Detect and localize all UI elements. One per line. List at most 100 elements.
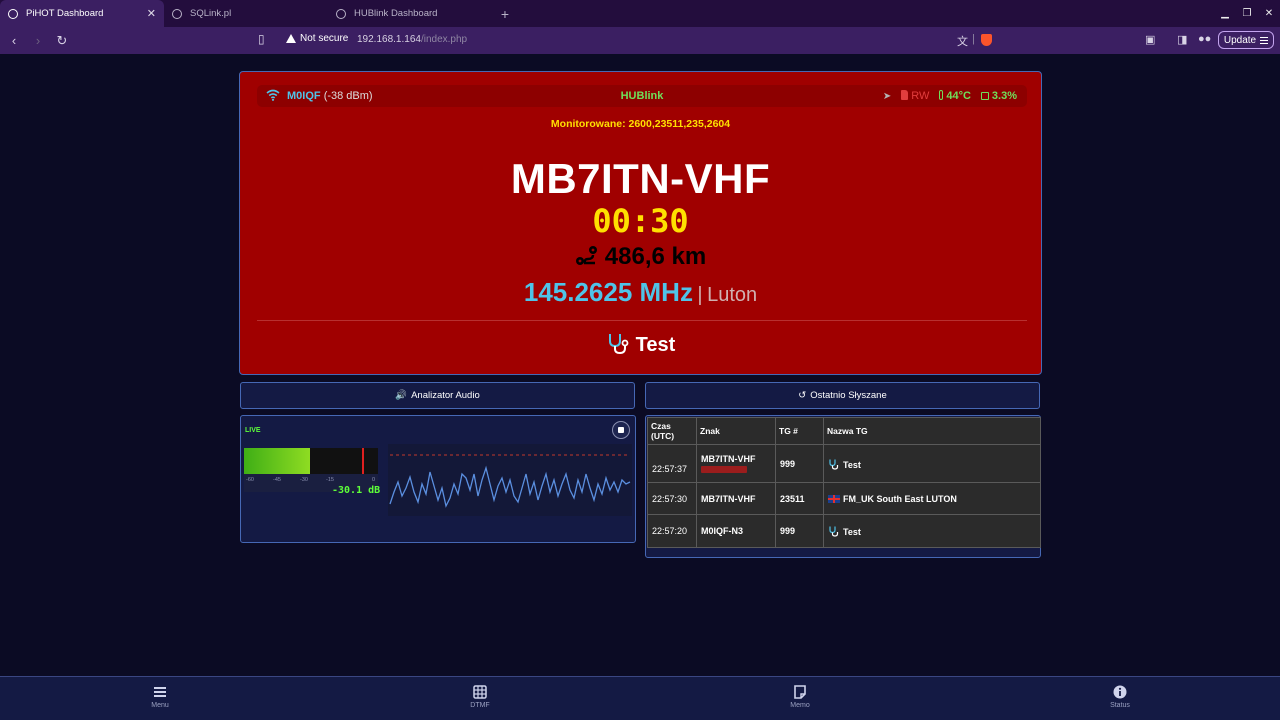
nav-dtmf-label: DTMF [470, 702, 490, 709]
warning-icon [286, 34, 296, 43]
audio-analyzer-panel: LIVE -60 -45 -30 -15 0 -30.1 dB [240, 415, 636, 543]
vu-scale-label: -30 [300, 477, 308, 483]
address-bar[interactable]: 192.168.1.164/index.php [357, 34, 467, 45]
bottom-navigation: Menu DTMF Memo Status [0, 676, 1280, 720]
extensions-icon[interactable]: ●● [1198, 33, 1211, 45]
nav-menu[interactable]: Menu [130, 685, 190, 709]
row-tg: 999 [775, 514, 824, 548]
row-sign: MB7ITN-VHF [696, 482, 776, 515]
thermometer-icon [939, 90, 944, 100]
column-header-time: Czas (UTC) [647, 417, 697, 445]
storage-status: RW [901, 90, 929, 102]
waveform-scope [388, 444, 632, 516]
table-row[interactable]: 22:57:20 M0IQF-N3 999 Test [647, 514, 1041, 548]
db-readout: -30.1 dB [332, 485, 381, 496]
nav-dtmf[interactable]: DTMF [450, 685, 510, 709]
security-label: Not secure [300, 33, 349, 44]
talkgroup-name: Test [635, 334, 676, 356]
tab-pihot-dashboard[interactable]: PiHOT Dashboard ✕ [0, 0, 164, 27]
live-badge: LIVE [245, 427, 261, 434]
row-sign-text: MB7ITN-VHF [701, 454, 756, 464]
url-host: 192.168.1.164 [357, 34, 421, 45]
row-tg-name: FM_UK South East LUTON [823, 482, 1041, 515]
globe-icon [8, 8, 18, 19]
menu-icon [154, 687, 166, 697]
sd-card-icon [901, 90, 909, 100]
stop-button[interactable] [612, 421, 630, 439]
row-time: 22:57:20 [647, 514, 697, 548]
stop-icon [618, 427, 624, 433]
minimize-icon[interactable]: ▁ [1214, 0, 1236, 27]
speaker-icon: 🔊 [395, 390, 408, 401]
vu-scale-label: -60 [246, 477, 254, 483]
row-tg: 999 [775, 444, 824, 483]
row-time: 22:57:30 [647, 482, 697, 515]
nav-memo[interactable]: Memo [770, 685, 830, 709]
activity-bar [701, 466, 747, 473]
nav-menu-label: Menu [151, 702, 169, 709]
current-transmission-card: M0IQF (-38 dBm) HUBlink ➤ RW 44°C 3.3% M… [239, 71, 1042, 375]
brave-shield-icon[interactable] [981, 34, 992, 46]
vu-level-fill [244, 448, 310, 474]
update-button[interactable]: Update [1218, 31, 1274, 49]
nav-memo-label: Memo [790, 702, 810, 709]
back-button[interactable]: ‹ [4, 31, 24, 51]
stethoscope-icon [608, 334, 629, 355]
active-callsign: MB7ITN-VHF [510, 155, 771, 202]
talkgroup-line: Test [245, 331, 1036, 357]
status-bar: M0IQF (-38 dBm) HUBlink ➤ RW 44°C 3.3% [257, 85, 1027, 107]
location-arrow-icon: ➤ [882, 90, 892, 102]
location-value: Luton [707, 284, 758, 306]
recently-heard-header[interactable]: ↺ Ostatnio Słyszane [645, 382, 1040, 409]
vu-scale-label: -15 [326, 477, 334, 483]
reload-button[interactable]: ↻ [52, 31, 72, 51]
row-sign: M0IQF-N3 [696, 514, 776, 548]
row-tg-name: Test [823, 514, 1041, 548]
storage-mode: RW [911, 90, 930, 102]
tab-title: HUBlink Dashboard [354, 8, 438, 19]
nav-status[interactable]: Status [1090, 685, 1150, 709]
audio-analyzer-header[interactable]: 🔊 Analizator Audio [240, 382, 635, 409]
column-header-tg-name: Nazwa TG [823, 417, 1041, 445]
table-row[interactable]: 22:57:30 MB7ITN-VHF 23511 FM_UK South Ea… [647, 482, 1041, 515]
url-path: /index.php [420, 34, 468, 45]
row-tg-name-text: Test [843, 527, 861, 537]
update-label: Update [1223, 34, 1257, 46]
recently-heard-panel: Czas (UTC) Znak TG # Nazwa TG 22:57:37 M… [645, 415, 1041, 558]
vu-peak-marker [362, 448, 364, 474]
temperature-value: 44°C [946, 90, 971, 102]
frequency-line: 145.2625 MHz | Luton [245, 277, 1036, 308]
globe-icon [172, 8, 182, 19]
history-icon: ↺ [798, 390, 807, 401]
table-row[interactable]: 22:57:37 MB7ITN-VHF 999 Test [647, 444, 1041, 483]
new-tab-button[interactable]: + [492, 0, 518, 27]
cpu-icon [980, 92, 989, 100]
audio-analyzer-title: Analizator Audio [411, 390, 480, 401]
restore-icon[interactable]: ❐ [1236, 0, 1258, 27]
close-tab-icon[interactable]: ✕ [147, 7, 156, 20]
recently-heard-table: Czas (UTC) Znak TG # Nazwa TG 22:57:37 M… [647, 417, 1041, 548]
globe-icon [336, 8, 346, 19]
tab-hublink-dashboard[interactable]: HUBlink Dashboard [328, 0, 492, 27]
translate-icon[interactable]: 文 [957, 33, 968, 49]
system-stats: ➤ RW 44°C 3.3% [883, 90, 1017, 102]
tab-sqlink[interactable]: SQLink.pl [164, 0, 328, 27]
row-tg-name: Test [823, 444, 1041, 483]
row-sign: MB7ITN-VHF [696, 444, 776, 483]
stethoscope-icon [829, 459, 839, 470]
forward-button[interactable]: › [28, 31, 48, 51]
memo-icon [794, 685, 806, 699]
row-tg-name-text: FM_UK South East LUTON [843, 493, 957, 504]
close-window-icon[interactable]: ✕ [1258, 0, 1280, 27]
toolbar-separator: | [972, 33, 975, 45]
bookmark-icon[interactable]: ▯ [258, 32, 265, 46]
sidebar-icon[interactable]: ◨ [1177, 33, 1187, 46]
column-header-sign: Znak [696, 417, 776, 445]
security-indicator[interactable]: Not secure [286, 33, 348, 44]
distance-value: 486,6 km [604, 243, 707, 270]
stethoscope-icon [829, 526, 839, 537]
browser-tab-bar: PiHOT Dashboard ✕ SQLink.pl HUBlink Dash… [0, 0, 1280, 27]
row-tg-name-text: Test [843, 459, 861, 470]
window-controls: ▁ ❐ ✕ [1214, 0, 1280, 27]
tab-capture-icon[interactable]: ▣ [1145, 33, 1155, 46]
